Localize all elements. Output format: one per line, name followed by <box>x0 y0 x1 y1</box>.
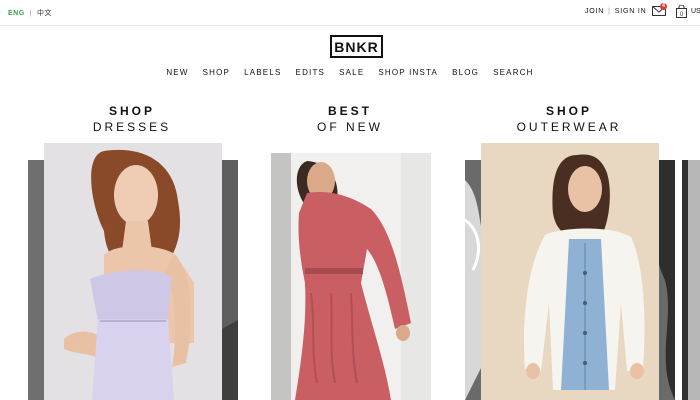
nav-labels[interactable]: LABELS <box>237 68 288 77</box>
nav-edits[interactable]: EDITS <box>289 68 333 77</box>
nav-new[interactable]: NEW <box>159 68 195 77</box>
nav-shop[interactable]: SHOP <box>196 68 237 77</box>
section-subtitle: DRESSES <box>92 120 172 134</box>
section-heading-dresses[interactable]: SHOP DRESSES <box>52 104 212 134</box>
shopping-bag-icon[interactable]: 0 <box>676 5 687 18</box>
nav-sale[interactable]: SALE <box>332 68 371 77</box>
mail-notification-badge: 4 <box>660 3 667 10</box>
best-of-new-model-image[interactable] <box>271 153 431 400</box>
nav-blog[interactable]: BLOG <box>445 68 486 77</box>
nav-search[interactable]: SEARCH <box>486 68 541 77</box>
section-title: SHOP <box>545 104 592 118</box>
next-slide-peek-image[interactable] <box>682 160 700 400</box>
account-separator: | <box>608 8 611 15</box>
section-subtitle: OUTERWEAR <box>516 120 622 134</box>
section-title: SHOP <box>108 104 155 118</box>
main-nav: NEW SHOP LABELS EDITS SALE SHOP INSTA BL… <box>0 68 700 77</box>
account-links: JOIN | SIGN IN <box>585 8 646 15</box>
section-title: BEST <box>327 104 372 118</box>
dresses-model-image[interactable] <box>44 143 222 400</box>
language-switcher: ENG | 中文 <box>8 8 52 18</box>
utility-bar: ENG | 中文 JOIN | SIGN IN 4 0 US <box>0 0 700 26</box>
section-heading-outerwear[interactable]: SHOP OUTERWEAR <box>489 104 649 134</box>
section-subtitle: OF NEW <box>317 120 383 134</box>
sign-in-link[interactable]: SIGN IN <box>615 8 647 15</box>
outerwear-model-image[interactable] <box>481 143 659 400</box>
nav-shop-insta[interactable]: SHOP INSTA <box>371 68 445 77</box>
join-link[interactable]: JOIN <box>585 8 604 15</box>
brand-logo[interactable]: BNKR <box>330 35 383 58</box>
currency-selector[interactable]: US <box>691 8 700 15</box>
lang-english[interactable]: ENG <box>8 10 25 17</box>
section-heading-best-of-new[interactable]: BEST OF NEW <box>270 104 430 134</box>
lang-separator: | <box>29 9 32 17</box>
lang-chinese[interactable]: 中文 <box>37 8 52 18</box>
